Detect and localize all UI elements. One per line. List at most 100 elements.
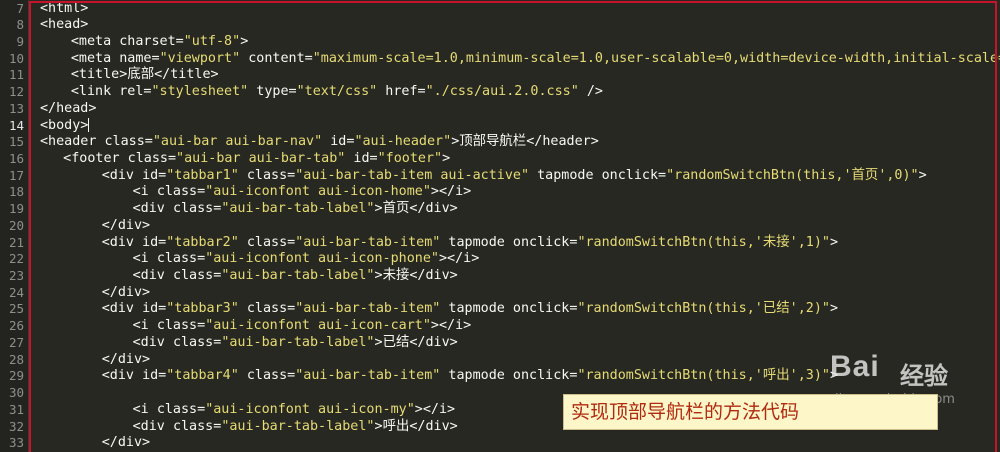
code-token: 已结 (382, 334, 410, 350)
code-text: <div class="aui-bar-tab-label">呼出</div> (133, 419, 458, 436)
code-token: "randomSwitchBtn(this,'首页',0)" (666, 167, 919, 183)
code-line[interactable]: 12 <link rel="stylesheet" type="text/css"… (0, 84, 1000, 101)
code-token: ></i> (430, 184, 472, 200)
code-token: <footer (63, 150, 128, 166)
code-text: <div id="tabbar4" class="aui-bar-tab-ite… (102, 368, 838, 385)
code-token: "maximum-scale=1.0,minimum-scale=1.0,use… (312, 50, 1000, 66)
code-token: 首页 (382, 201, 410, 217)
code-token: <div (101, 167, 143, 183)
code-token: <head> (40, 17, 89, 33)
code-token: > (918, 167, 927, 183)
line-number: 18 (8, 184, 24, 200)
code-token: tapmode onclick= (440, 301, 578, 317)
code-line[interactable]: 29 <div id="tabbar4" class="aui-bar-tab-i… (0, 368, 1000, 385)
code-token: class= (172, 418, 222, 434)
code-line[interactable]: 18 <i class="aui-iconfont aui-icon-home">… (0, 184, 1000, 201)
line-number: 7 (16, 0, 24, 16)
code-token: </head> (40, 100, 97, 116)
code-token: > (374, 334, 383, 350)
line-number: 15 (8, 134, 24, 150)
code-token: <i (132, 184, 157, 200)
code-line[interactable]: 23 <div class="aui-bar-tab-label">未接</div… (0, 268, 1000, 285)
code-token: <body> (40, 117, 89, 133)
line-number: 16 (8, 150, 24, 166)
code-token: "aui-bar-tab-label" (221, 201, 375, 217)
code-token: class= (172, 268, 222, 284)
code-line[interactable]: 24 </div> (0, 285, 1000, 302)
code-line[interactable]: 16 <footer class="aui-bar aui-bar-tab" id… (0, 151, 1000, 168)
line-number: 11 (8, 67, 24, 83)
line-number: 12 (8, 84, 24, 100)
code-token: tapmode onclick= (440, 234, 578, 250)
line-number: 20 (8, 217, 24, 233)
code-line[interactable]: 10 <meta name="viewport" content="maximum… (0, 51, 1000, 68)
code-text: <title>底部</title> (71, 67, 219, 84)
code-token: rel= (119, 84, 152, 100)
code-token: content= (240, 50, 313, 66)
code-token: charset= (119, 33, 184, 49)
code-token: class= (156, 251, 206, 267)
line-number: 19 (8, 201, 24, 217)
code-token: 呼出 (382, 418, 410, 434)
code-token: </div> (409, 201, 458, 217)
code-token: name= (119, 50, 160, 66)
code-token: <div (132, 418, 173, 434)
code-token: "randomSwitchBtn(this,'已结',2)" (577, 301, 830, 317)
code-token: class= (238, 301, 296, 317)
code-line[interactable]: 26 <i class="aui-iconfont aui-icon-cart">… (0, 318, 1000, 335)
code-editor[interactable]: 7 <html> 8 <head> 9 <meta charset="utf-8"> 10 <… (0, 0, 1000, 452)
code-token: id= (345, 150, 378, 166)
code-token: type= (248, 84, 297, 100)
code-token: class= (238, 368, 296, 384)
line-number: 14 (8, 117, 24, 133)
code-token: class= (238, 234, 296, 250)
code-token: "aui-bar aui-bar-nav" (152, 134, 323, 150)
code-line[interactable]: 14 <body> (0, 117, 1000, 135)
code-line[interactable]: 9 <meta charset="utf-8"> (0, 34, 1000, 51)
code-line[interactable]: 22 <i class="aui-iconfont aui-icon-phone"… (0, 251, 1000, 268)
code-text: <header class="aui-bar aui-bar-nav" id="… (40, 134, 599, 151)
code-token: "aui-bar-tab-label" (221, 418, 375, 434)
code-token: "aui-bar aui-bar-tab" (176, 150, 346, 166)
code-token: "viewport" (159, 50, 241, 66)
code-line[interactable]: 15 <header class="aui-bar aui-bar-nav" id… (0, 134, 1000, 151)
code-line[interactable]: 25 <div id="tabbar3" class="aui-bar-tab-i… (0, 301, 1000, 318)
code-line[interactable]: 21 <div id="tabbar2" class="aui-bar-tab-i… (0, 235, 1000, 252)
code-token: class= (156, 184, 206, 200)
code-line[interactable]: 33 </div> (0, 435, 1000, 452)
code-token: > (374, 201, 383, 217)
code-token: "aui-bar-tab-item" (295, 234, 441, 250)
code-token: <div (132, 201, 173, 217)
code-token: <header (40, 134, 105, 150)
code-token: <meta (70, 33, 120, 49)
code-line[interactable]: 19 <div class="aui-bar-tab-label">首页</div… (0, 201, 1000, 218)
line-number: 24 (8, 284, 24, 300)
code-line[interactable]: 17 <div id="tabbar1" class="aui-bar-tab-i… (0, 168, 1000, 185)
code-token: "tabbar1" (166, 167, 239, 183)
code-token: "tabbar2" (166, 234, 239, 250)
code-line[interactable]: 13 </head> (0, 101, 1000, 118)
code-token: <link (70, 84, 120, 100)
code-token: 底部 (127, 67, 155, 83)
code-token: "utf-8" (183, 33, 241, 49)
code-line[interactable]: 8 <head> (0, 17, 1000, 34)
code-token: > (829, 234, 839, 250)
code-line[interactable]: 28 </div> (0, 352, 1000, 369)
line-number: 21 (8, 234, 24, 250)
code-line[interactable]: 7 <html> (0, 1, 1000, 18)
line-number: 13 (8, 100, 24, 116)
code-token: > (829, 301, 839, 317)
code-token: <i (132, 251, 157, 267)
code-token: <div (132, 334, 173, 350)
code-line[interactable]: 20 </div> (0, 218, 1000, 235)
code-line[interactable]: 11 <title>底部</title> (0, 67, 1000, 84)
line-number: 30 (8, 385, 24, 401)
code-token: </title> (154, 67, 219, 83)
code-line[interactable]: 27 <div class="aui-bar-tab-label">已结</div… (0, 335, 1000, 352)
code-text: <body> (40, 117, 90, 135)
code-token: > (240, 33, 249, 49)
line-number: 9 (16, 33, 24, 49)
code-text: <i class="aui-iconfont aui-icon-my"></i> (133, 402, 455, 419)
code-token: </div> (101, 435, 151, 451)
code-token: id= (142, 368, 167, 384)
